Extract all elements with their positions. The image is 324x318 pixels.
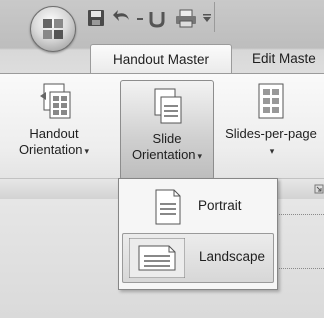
slide-orientation-label-2: Orientation	[131, 147, 196, 162]
slide-orientation-icon	[154, 88, 182, 124]
handout-orientation-button[interactable]: Handout Orientation ▾	[0, 82, 108, 177]
placeholder-border	[276, 214, 324, 215]
toolbar-separator	[214, 2, 215, 32]
repeat-icon[interactable]	[146, 8, 168, 28]
save-icon[interactable]	[86, 8, 106, 28]
tab-handout-master[interactable]: Handout Master	[90, 44, 232, 74]
menu-item-label: Portrait	[198, 198, 242, 213]
print-icon[interactable]	[174, 8, 198, 28]
undo-icon[interactable]	[112, 8, 134, 28]
handout-orientation-label-2: Orientation	[18, 142, 83, 157]
dialog-launcher-icon[interactable]	[314, 184, 324, 194]
powerpoint-window: Handout Master Edit Maste Handout Orient…	[0, 0, 324, 318]
placeholder-border	[276, 268, 324, 269]
office-button[interactable]	[30, 6, 76, 52]
office-logo-icon	[43, 19, 63, 39]
undo-dropdown-icon[interactable]	[134, 8, 146, 28]
customize-toolbar-icon[interactable]	[200, 8, 214, 28]
orientation-dropdown-menu: Portrait Landscape	[118, 178, 278, 290]
slides-per-page-icon	[258, 83, 284, 119]
slides-per-page-label: Slides-per-page	[225, 126, 317, 141]
menu-item-landscape[interactable]: Landscape	[122, 233, 274, 283]
menu-item-label: Landscape	[199, 249, 266, 264]
handout-orientation-icon	[40, 83, 71, 119]
chevron-down-icon: ▾	[84, 146, 90, 156]
portrait-icon	[155, 189, 181, 225]
slides-per-page-button[interactable]: Slides-per-page ▾	[218, 82, 324, 177]
menu-item-portrait[interactable]: Portrait	[122, 183, 272, 231]
tab-edit-master[interactable]: Edit Maste	[252, 44, 316, 73]
chevron-down-icon: ▾	[197, 151, 203, 161]
slide-orientation-label-1: Slide	[152, 131, 182, 146]
chevron-down-icon: ▾	[269, 146, 275, 156]
slide-orientation-button[interactable]: Slide Orientation ▾	[120, 80, 214, 180]
handout-orientation-label-1: Handout	[29, 126, 79, 141]
landscape-icon	[129, 238, 185, 278]
